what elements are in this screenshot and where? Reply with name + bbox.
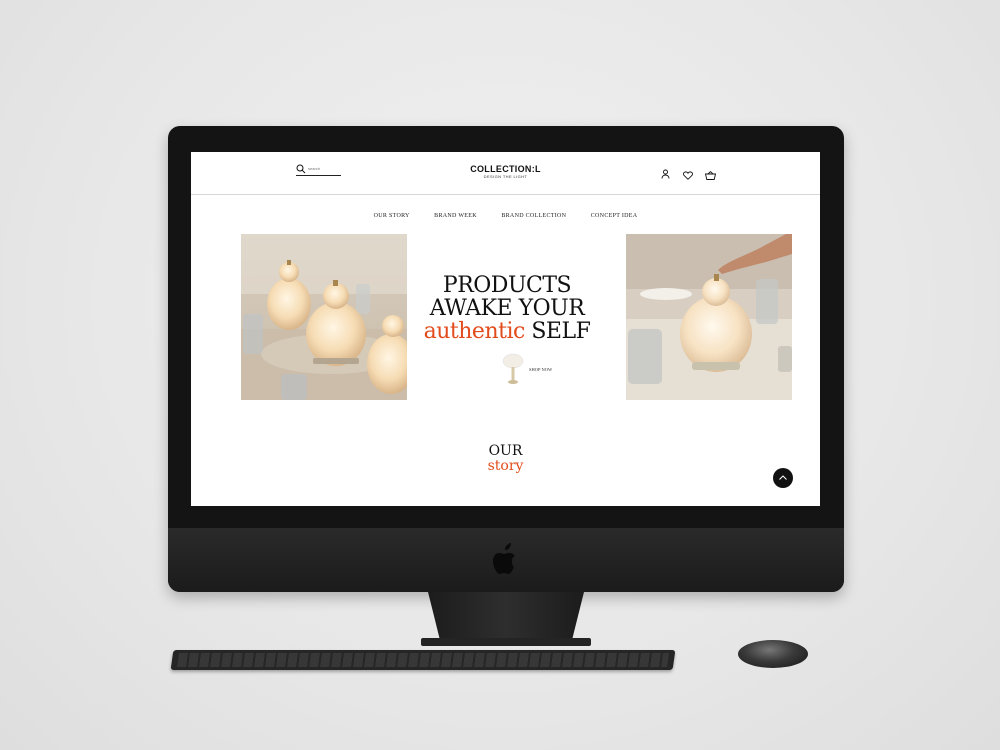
site-logo[interactable]: COLLECTION:L DESIGN THE LIGHT bbox=[191, 165, 820, 180]
chevron-up-icon bbox=[779, 475, 787, 480]
story-title-bottom: story bbox=[487, 458, 524, 474]
apple-logo-icon bbox=[493, 543, 515, 574]
our-story-heading: OUR story bbox=[191, 444, 820, 474]
nav-item-brand-week[interactable]: BRAND WEEK bbox=[434, 213, 477, 219]
hero-line-2: AWAKE YOUR bbox=[429, 296, 585, 321]
brand-tagline: DESIGN THE LIGHT bbox=[483, 174, 528, 179]
nav-item-brand-collection[interactable]: BRAND COLLECTION bbox=[501, 213, 566, 219]
keyboard bbox=[170, 650, 676, 670]
shop-now-label: SHOP NOW bbox=[529, 367, 553, 372]
hero-accent-word: authentic bbox=[423, 319, 526, 344]
heart-icon[interactable] bbox=[683, 167, 693, 185]
hero-line-1: PRODUCTS bbox=[442, 273, 572, 298]
site-header: search COLLECTION:L DESIGN THE LIGHT bbox=[191, 152, 820, 195]
main-nav: OUR STORY BRAND WEEK BRAND COLLECTION CO… bbox=[191, 204, 820, 222]
scroll-to-top-button[interactable] bbox=[773, 468, 793, 488]
hero-image-right bbox=[626, 234, 792, 400]
mouse bbox=[738, 640, 808, 668]
monitor-stand-base bbox=[421, 638, 591, 646]
shop-now-link[interactable]: SHOP NOW bbox=[501, 352, 552, 391]
nav-item-concept-idea[interactable]: CONCEPT IDEA bbox=[591, 213, 638, 219]
monitor-stand bbox=[428, 592, 584, 642]
brand-name: COLLECTION:L bbox=[470, 164, 541, 174]
website-screen: search COLLECTION:L DESIGN THE LIGHT OUR… bbox=[191, 152, 820, 506]
lamp-thumbnail-icon bbox=[502, 353, 524, 384]
hero-headline: PRODUCTS AWAKE YOUR authentic SELF bbox=[407, 274, 607, 343]
hero-line-3: authentic SELF bbox=[407, 320, 607, 343]
hero-line-3-rest: SELF bbox=[531, 319, 591, 344]
basket-icon[interactable] bbox=[704, 167, 717, 185]
nav-item-our-story[interactable]: OUR STORY bbox=[374, 213, 410, 219]
user-icon[interactable] bbox=[661, 166, 670, 184]
story-title-top: OUR bbox=[488, 443, 523, 459]
hero-image-left bbox=[241, 234, 407, 400]
